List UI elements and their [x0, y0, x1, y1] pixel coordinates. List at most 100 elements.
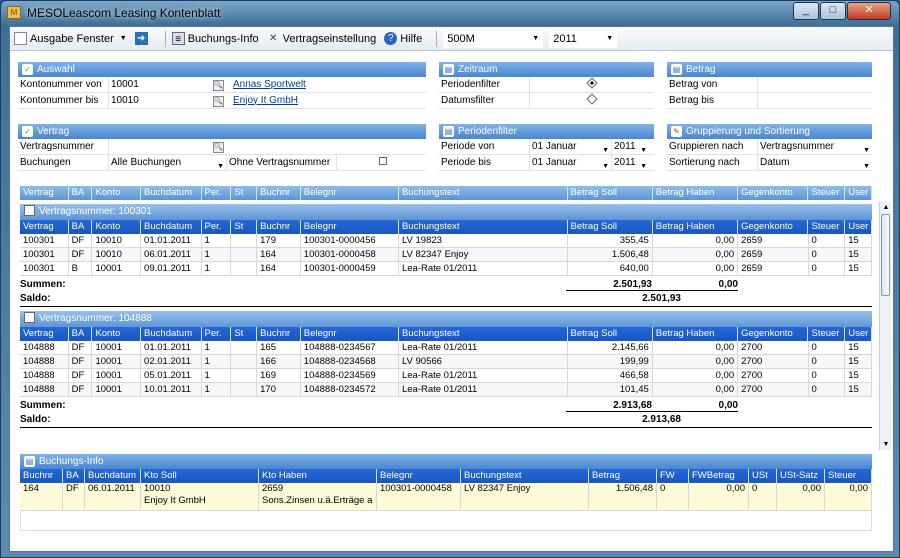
- betrag-von-input[interactable]: [757, 76, 872, 93]
- bi-column-header-kto-haben[interactable]: Kto Haben: [259, 469, 377, 483]
- bi-column-header-buchdatum[interactable]: Buchdatum: [85, 469, 141, 483]
- column-header-konto[interactable]: Konto: [92, 220, 142, 234]
- kontonummer-bis-input[interactable]: 10010: [108, 92, 211, 109]
- bi-column-header-steuer[interactable]: Steuer: [825, 469, 872, 483]
- column-header-vertrag[interactable]: Vertrag: [20, 220, 69, 234]
- column-header-belegnr[interactable]: Belegnr: [301, 186, 399, 200]
- close-button[interactable]: ✕: [847, 2, 891, 20]
- buchungs-info-row[interactable]: 164 DF 06.01.2011 10010 Enjoy It GmbH 265…: [20, 483, 872, 511]
- column-header-ba[interactable]: BA: [69, 327, 93, 341]
- column-header-per-[interactable]: Per.: [202, 220, 232, 234]
- bi-column-header-buchnr[interactable]: Buchnr: [20, 469, 63, 483]
- table-row[interactable]: 104888 DF 10001 02.01.2011 1 166 104888-023456…: [20, 355, 872, 369]
- column-header-ba[interactable]: BA: [69, 186, 93, 200]
- betrag-bis-input[interactable]: [757, 92, 872, 109]
- column-header-steuer[interactable]: Steuer: [808, 327, 846, 341]
- column-header-vertrag[interactable]: Vertrag: [20, 327, 69, 341]
- group-header[interactable]: Vertragsnummer: 104888: [20, 311, 872, 327]
- table-row[interactable]: 104888 DF 10001 10.01.2011 1 170 104888-023457…: [20, 383, 872, 397]
- bi-column-header-kto-soll[interactable]: Kto Soll: [141, 469, 259, 483]
- vertragseinstellung-button[interactable]: ✕ Vertragseinstellung: [267, 32, 376, 45]
- column-header-konto[interactable]: Konto: [92, 186, 142, 200]
- bi-column-header-fwbetrag[interactable]: FWBetrag: [689, 469, 749, 483]
- title-bar[interactable]: M MESOLeascom Leasing Kontenblatt _ □ ✕: [1, 1, 899, 25]
- column-header-steuer[interactable]: Steuer: [808, 186, 846, 200]
- group-collapse-icon[interactable]: [24, 312, 35, 323]
- column-header-gegenkonto[interactable]: Gegenkonto: [738, 220, 809, 234]
- column-header-user[interactable]: User: [845, 327, 872, 341]
- gruppieren-nach-select[interactable]: Vertragsnummer ▼: [757, 138, 872, 155]
- column-header-gegenkonto[interactable]: Gegenkonto: [738, 186, 809, 200]
- column-header-user[interactable]: User: [845, 186, 872, 200]
- column-header-konto[interactable]: Konto: [92, 327, 142, 341]
- column-header-buchnr[interactable]: Buchnr: [257, 220, 301, 234]
- column-header-user[interactable]: User: [845, 220, 872, 234]
- periode-bis-jahr-select[interactable]: 2011 ▼: [611, 154, 649, 171]
- column-header-buchungstext[interactable]: Buchungstext: [399, 327, 568, 341]
- column-header-betrag-haben[interactable]: Betrag Haben: [653, 186, 739, 200]
- scroll-down-icon[interactable]: ▼: [880, 439, 892, 450]
- ausgabe-fenster-button[interactable]: Ausgabe Fenster ▼: [14, 32, 127, 45]
- column-header-st[interactable]: St: [231, 327, 258, 341]
- exit-button[interactable]: ➜: [134, 32, 151, 45]
- periodenfilter-radio[interactable]: [529, 76, 652, 93]
- column-header-per-[interactable]: Per.: [202, 186, 232, 200]
- column-header-steuer[interactable]: Steuer: [808, 220, 846, 234]
- column-header-buchdatum[interactable]: Buchdatum: [141, 186, 202, 200]
- column-header-vertrag[interactable]: Vertrag: [20, 186, 69, 200]
- periode-bis-monat-select[interactable]: 01 Januar ▼: [529, 154, 611, 171]
- column-header-buchnr[interactable]: Buchnr: [257, 327, 301, 341]
- table-row[interactable]: 100301 B 10001 09.01.2011 1 164 100301-0000459…: [20, 262, 872, 276]
- ohne-vertragsnummer-checkbox[interactable]: [336, 154, 426, 171]
- scroll-up-icon[interactable]: ▲: [880, 202, 892, 213]
- column-header-per-[interactable]: Per.: [202, 327, 232, 341]
- buchungen-select[interactable]: Alle Buchungen ▼: [108, 154, 226, 171]
- table-row[interactable]: 104888 DF 10001 01.01.2011 1 165 104888-023456…: [20, 341, 872, 355]
- bi-column-header-ust[interactable]: USt: [749, 469, 777, 483]
- bi-column-header-buchungstext[interactable]: Buchungstext: [461, 469, 589, 483]
- table-row[interactable]: 100301 DF 10010 01.01.2011 1 179 100301-000045…: [20, 234, 872, 248]
- group-header[interactable]: Vertragsnummer: 100301: [20, 204, 872, 220]
- kontonummer-bis-name-link[interactable]: Enjoy It GmbH: [233, 95, 298, 106]
- bi-column-header-fw[interactable]: FW: [657, 469, 689, 483]
- kontonummer-von-input[interactable]: 10001: [108, 76, 211, 93]
- scrollbar-thumb[interactable]: [881, 214, 890, 296]
- column-header-belegnr[interactable]: Belegnr: [301, 327, 399, 341]
- column-header-betrag-soll[interactable]: Betrag Soll: [568, 186, 653, 200]
- bi-column-header-ba[interactable]: BA: [63, 469, 85, 483]
- column-header-buchdatum[interactable]: Buchdatum: [141, 327, 202, 341]
- group-collapse-icon[interactable]: [24, 205, 35, 216]
- column-header-betrag-soll[interactable]: Betrag Soll: [568, 327, 653, 341]
- table-row[interactable]: 104888 DF 10001 05.01.2011 1 169 104888-023456…: [20, 369, 872, 383]
- column-header-st[interactable]: St: [231, 186, 258, 200]
- table-row[interactable]: 100301 DF 10010 06.01.2011 1 164 100301-000045…: [20, 248, 872, 262]
- bi-column-header-betrag[interactable]: Betrag: [589, 469, 657, 483]
- grid-scrollbar[interactable]: ▲ ▼: [879, 202, 891, 450]
- bi-column-header-belegnr[interactable]: Belegnr: [377, 469, 461, 483]
- column-header-betrag-haben[interactable]: Betrag Haben: [653, 220, 739, 234]
- column-header-ba[interactable]: BA: [69, 220, 93, 234]
- column-header-belegnr[interactable]: Belegnr: [301, 220, 399, 234]
- minimize-button[interactable]: _: [793, 2, 819, 20]
- buchungs-info-button[interactable]: ≡ Buchungs-Info: [171, 32, 259, 45]
- column-header-buchdatum[interactable]: Buchdatum: [141, 220, 202, 234]
- sortierung-nach-select[interactable]: Datum ▼: [757, 154, 872, 171]
- column-header-buchnr[interactable]: Buchnr: [257, 186, 301, 200]
- column-header-gegenkonto[interactable]: Gegenkonto: [738, 327, 809, 341]
- column-header-betrag-haben[interactable]: Betrag Haben: [653, 327, 739, 341]
- column-header-buchungstext[interactable]: Buchungstext: [399, 220, 568, 234]
- bi-column-header-ust-satz[interactable]: USt-Satz: [777, 469, 825, 483]
- column-header-buchungstext[interactable]: Buchungstext: [399, 186, 568, 200]
- maximize-button[interactable]: □: [820, 2, 846, 20]
- hilfe-button[interactable]: ? Hilfe: [384, 32, 422, 45]
- datumsfilter-radio[interactable]: [529, 92, 652, 109]
- column-header-betrag-soll[interactable]: Betrag Soll: [568, 220, 653, 234]
- vertragsnummer-input[interactable]: [108, 138, 211, 155]
- lookup-icon[interactable]: 🔍: [213, 79, 224, 91]
- jahr-select[interactable]: 2011 ▼: [549, 29, 618, 48]
- mandant-select[interactable]: 500M ▼: [443, 29, 544, 48]
- lookup-icon[interactable]: 🔍: [213, 95, 224, 107]
- periode-von-jahr-select[interactable]: 2011 ▼: [611, 138, 649, 155]
- column-header-st[interactable]: St: [231, 220, 258, 234]
- kontonummer-von-name-link[interactable]: Annas Sportwelt: [233, 79, 306, 90]
